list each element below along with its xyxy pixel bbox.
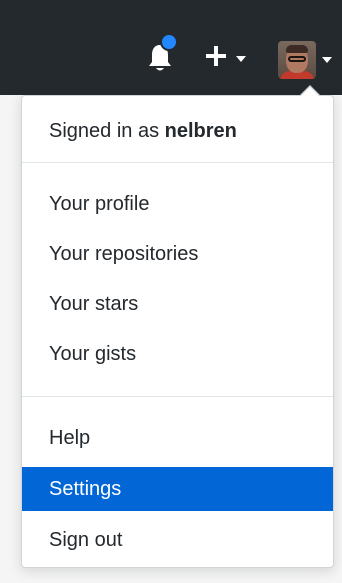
user-dropdown-caret-icon[interactable] [322,57,332,63]
menu-item-your-profile[interactable]: Your profile [22,182,333,226]
menu-item-settings[interactable]: Settings [22,467,333,511]
plus-icon[interactable] [203,43,229,69]
menu-item-your-stars[interactable]: Your stars [22,282,333,326]
menu-item-sign-out[interactable]: Sign out [22,518,333,562]
menu-item-help[interactable]: Help [22,416,333,460]
avatar[interactable] [278,41,316,79]
menu-divider [22,396,333,397]
top-header-bar [0,0,342,95]
menu-divider [22,162,333,163]
signed-in-username: nelbren [164,120,237,142]
signed-in-prefix: Signed in as [49,120,165,142]
create-dropdown-caret-icon[interactable] [236,56,246,62]
avatar-hair [286,45,308,53]
menu-item-your-repositories[interactable]: Your repositories [22,232,333,276]
menu-item-your-gists[interactable]: Your gists [22,332,333,376]
signed-in-label: Signed in as nelbren [49,120,237,143]
menu-pointer [301,87,319,96]
avatar-glasses [288,56,306,62]
notification-dot [160,33,178,51]
user-dropdown-menu: Signed in as nelbren Your profile Your r… [21,85,334,568]
